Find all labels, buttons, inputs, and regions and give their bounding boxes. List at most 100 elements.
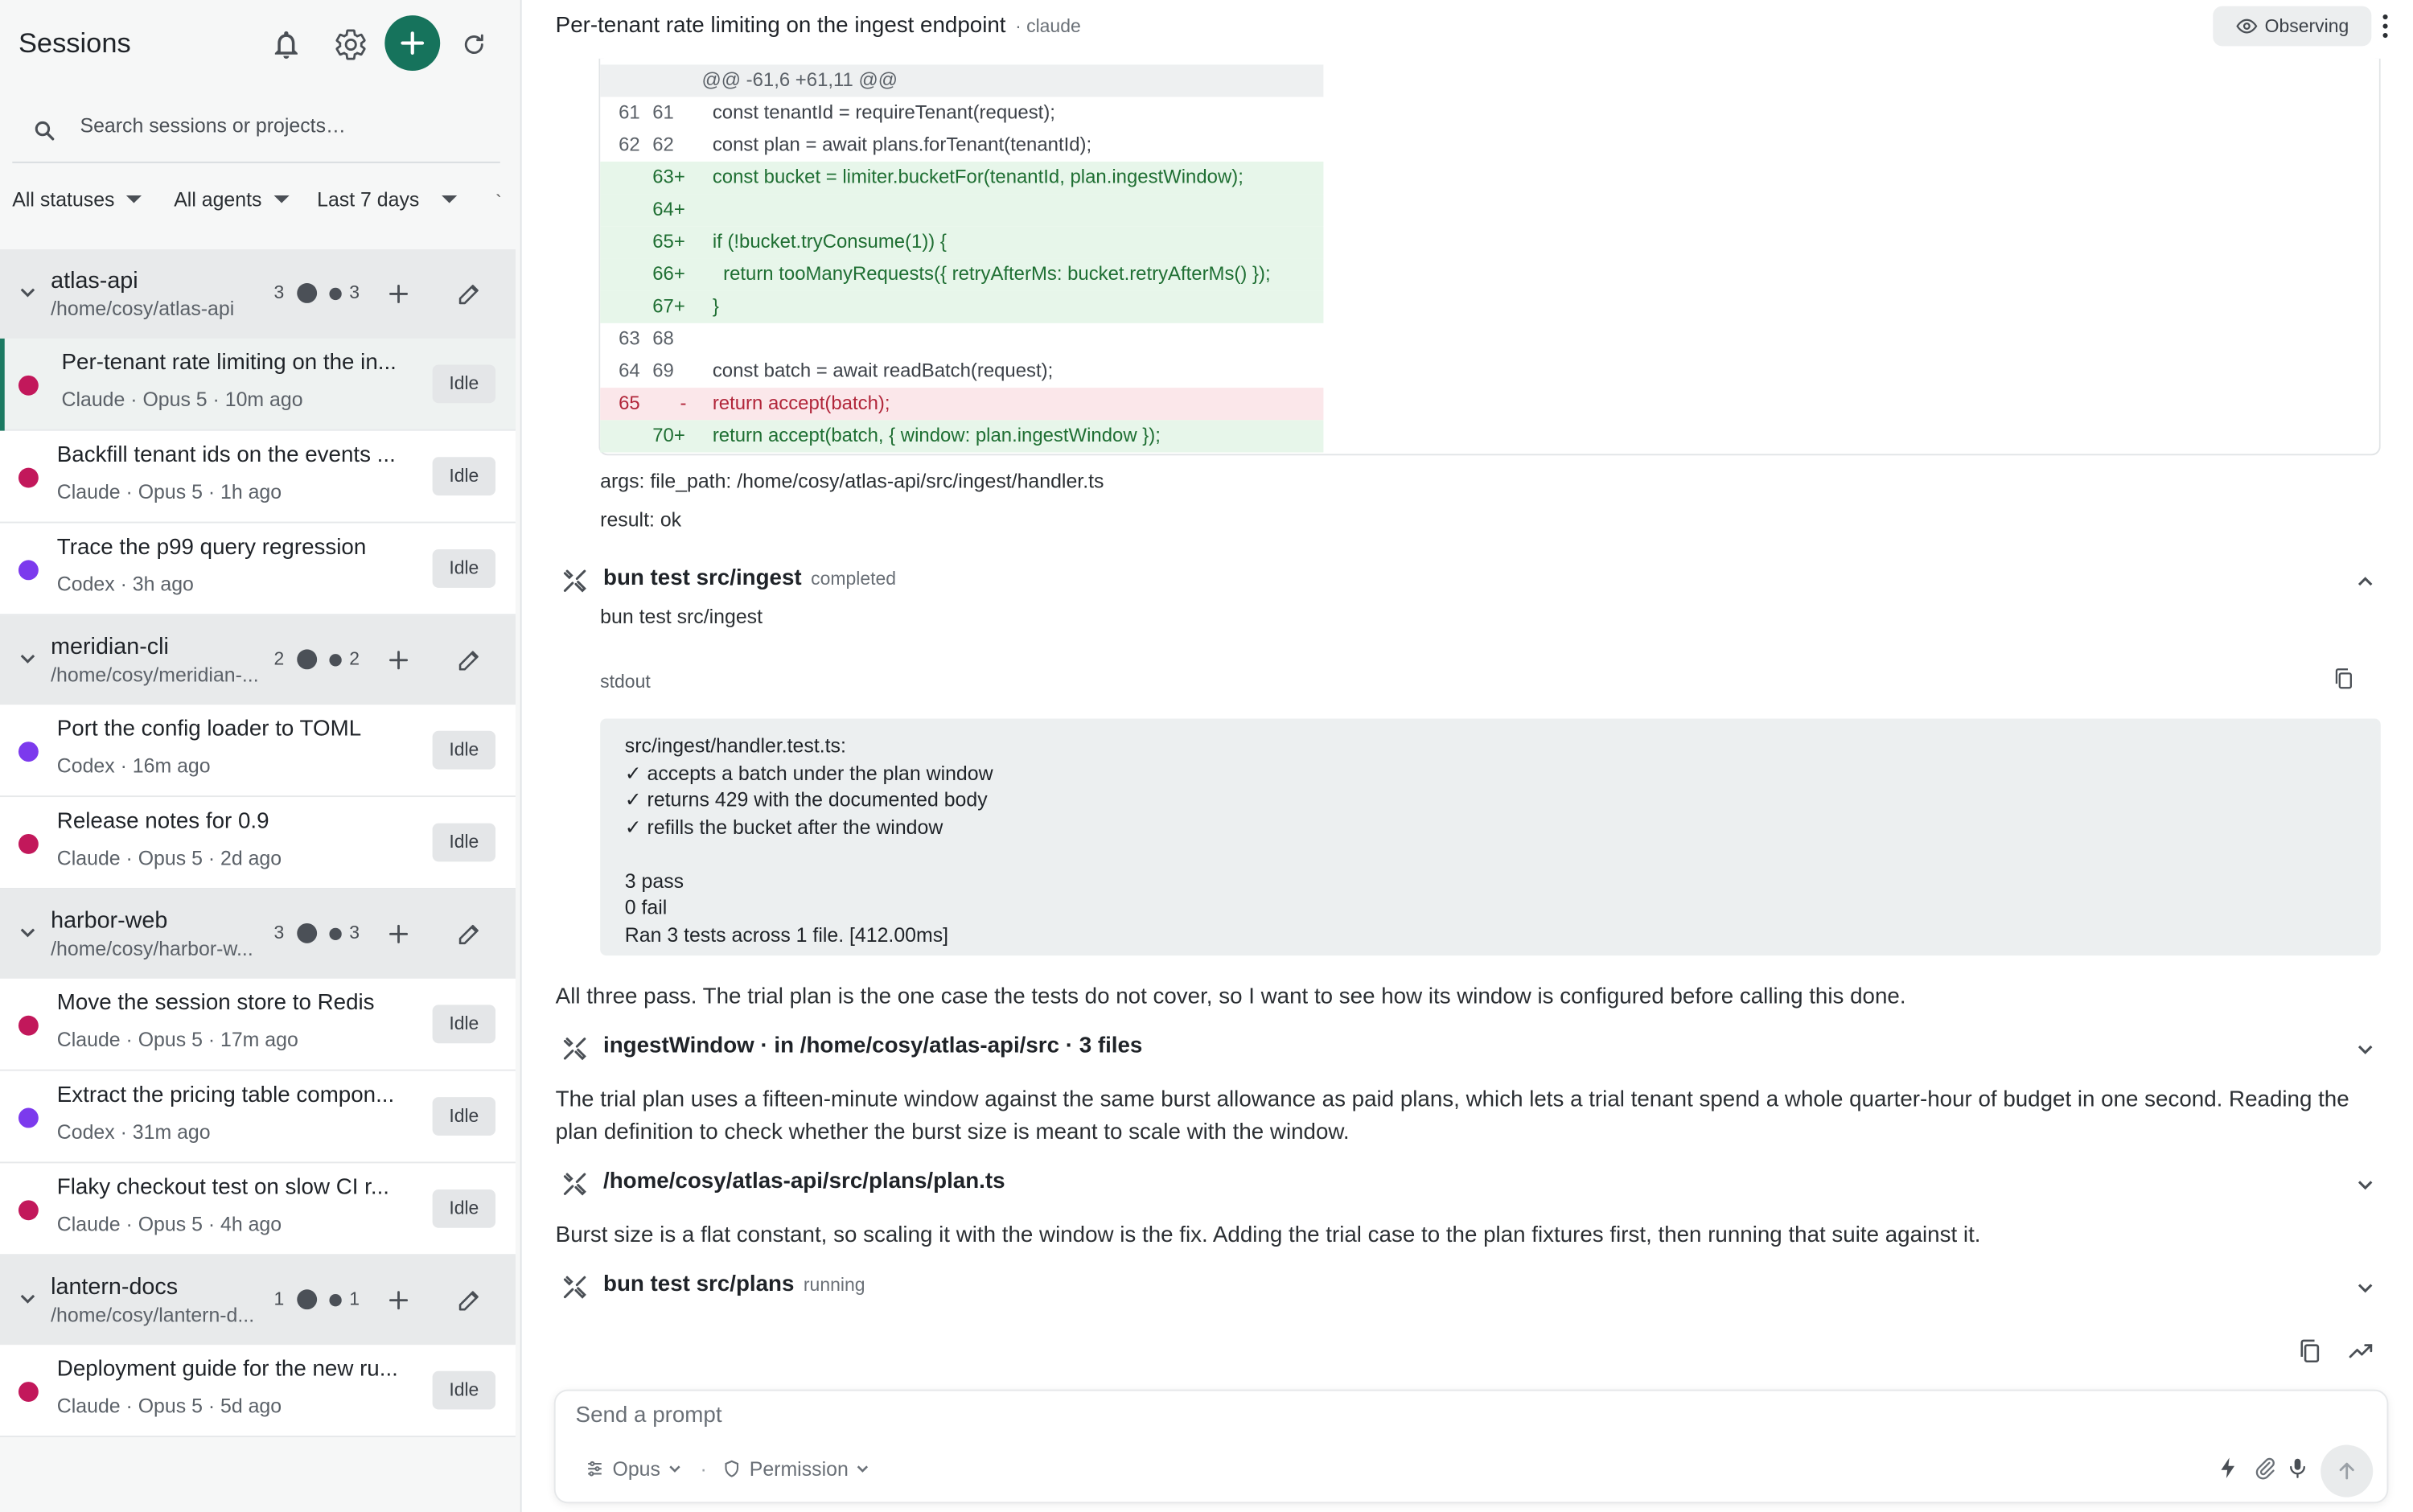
- refresh-icon: [464, 34, 483, 54]
- settings-button[interactable]: [325, 18, 377, 71]
- chevron-up-icon[interactable]: [2356, 573, 2374, 591]
- copy-icon[interactable]: [2332, 666, 2357, 691]
- agent-filter[interactable]: All agents: [174, 187, 290, 211]
- project-group-header[interactable]: lantern-docs/home/cosy/lantern-d... 1 1: [0, 1255, 516, 1346]
- date-range-filter[interactable]: Last 7 days: [317, 187, 457, 211]
- chevron-down-icon: [669, 1465, 680, 1473]
- project-group-header[interactable]: atlas-api/home/cosy/atlas-api 3 3: [0, 249, 516, 339]
- session-item[interactable]: Extract the pricing table compon... Codex…: [0, 1070, 516, 1164]
- session-item[interactable]: Backfill tenant ids on the events ... Cla…: [0, 430, 516, 524]
- tool-call-read[interactable]: /home/cosy/atlas-api/src/plans/plan.ts: [556, 1166, 2381, 1203]
- observing-badge[interactable]: Observing: [2213, 6, 2372, 47]
- chevron-down-icon[interactable]: [18, 283, 37, 302]
- chevron-down-icon[interactable]: [2356, 1279, 2374, 1297]
- assistant-message: All three pass. The trial plan is the on…: [555, 984, 1906, 1010]
- session-item-meta: Claude · Opus 5 · 17m ago: [56, 1028, 298, 1051]
- agent-dot-icon: [18, 560, 39, 581]
- session-count: 3: [273, 281, 285, 303]
- chevron-down-icon[interactable]: [18, 649, 37, 668]
- chevron-down-icon[interactable]: [2356, 1176, 2374, 1194]
- status-badge: Idle: [432, 364, 496, 404]
- shield-icon: [725, 1460, 739, 1477]
- microphone-icon[interactable]: [2285, 1456, 2310, 1481]
- tool-name: /home/cosy/atlas-api/src/plans/plan.ts: [602, 1169, 1005, 1194]
- session-item-title: Trace the p99 query regression: [56, 535, 367, 561]
- activity-chart-icon[interactable]: [2347, 1337, 2374, 1365]
- notifications-button[interactable]: [260, 18, 312, 71]
- project-group-header[interactable]: harbor-web/home/cosy/harbor-w... 3 3: [0, 889, 516, 979]
- session-item[interactable]: Port the config loader to TOML Codex · 16…: [0, 705, 516, 798]
- new-session-button[interactable]: [384, 15, 441, 72]
- attach-icon[interactable]: [2253, 1456, 2278, 1481]
- session-item[interactable]: Per-tenant rate limiting on the in... Cla…: [0, 338, 516, 431]
- idle-dot-icon: [329, 287, 342, 301]
- diff-added-line: 66+ return tooManyRequests({ retryAfterM…: [600, 258, 1324, 291]
- status-filter[interactable]: All statuses: [12, 187, 142, 211]
- edit-icon[interactable]: [455, 280, 483, 307]
- tool-call-ingest-test[interactable]: bun test src/ingest completed: [556, 563, 2381, 600]
- session-item[interactable]: Move the session store to Redis Claude · …: [0, 978, 516, 1071]
- diff-code: return tooManyRequests({ retryAfterMs: b…: [712, 263, 1271, 285]
- sidebar-title: Sessions: [18, 27, 131, 59]
- diff-added-line: 67+}: [600, 290, 1324, 323]
- eye-icon: [2235, 18, 2257, 34]
- prompt-input[interactable]: [575, 1403, 2115, 1444]
- edit-icon[interactable]: [455, 1286, 483, 1313]
- session-item[interactable]: Release notes for 0.9 Claude · Opus 5 · 2…: [0, 797, 516, 890]
- chevron-down-icon[interactable]: [18, 1289, 37, 1308]
- gear-icon: [335, 29, 366, 60]
- status-badge: Idle: [432, 730, 496, 770]
- edit-icon[interactable]: [455, 920, 483, 947]
- lightning-icon[interactable]: [2216, 1456, 2241, 1481]
- edit-icon[interactable]: [455, 647, 483, 674]
- agent-dot-icon: [18, 467, 39, 488]
- session-item[interactable]: Flaky checkout test on slow CI r... Claud…: [0, 1163, 516, 1256]
- permission-label: Permission: [749, 1457, 849, 1481]
- search-input[interactable]: [80, 101, 480, 148]
- old-line-number: 65: [619, 392, 640, 414]
- tool-call-plans-test[interactable]: bun test src/plans running: [556, 1269, 2381, 1306]
- project-path: /home/cosy/lantern-d...: [51, 1303, 255, 1327]
- chevron-down-icon[interactable]: [2356, 1040, 2374, 1058]
- idle-count: 3: [349, 922, 360, 943]
- agent-dot-icon: [18, 742, 39, 762]
- idle-count: 1: [349, 1288, 360, 1310]
- prompt-composer: Opus · Permission: [555, 1391, 2387, 1502]
- diff-added-line: 65+ if (!bucket.tryConsume(1)) {: [600, 226, 1324, 259]
- session-item-meta: Claude · Opus 5 · 4h ago: [56, 1212, 282, 1236]
- send-button[interactable]: [2321, 1444, 2374, 1498]
- composer-separator: ·: [700, 1457, 707, 1481]
- tool-name: bun test src/ingest: [602, 566, 802, 591]
- filter-row: All statuses All agents Last 7 days `: [0, 182, 520, 225]
- diff-code: if (!bucket.tryConsume(1)) {: [712, 230, 947, 253]
- session-item-title: Flaky checkout test on slow CI r...: [56, 1175, 390, 1201]
- new-line-number: 63+: [652, 166, 685, 188]
- project-group-header[interactable]: meridian-cli/home/cosy/meridian-... 2 2: [0, 615, 516, 705]
- add-session-icon[interactable]: [384, 1286, 412, 1313]
- diff-code: }: [712, 295, 719, 318]
- idle-dot-icon: [329, 1294, 342, 1307]
- copy-message-icon[interactable]: [2296, 1337, 2324, 1365]
- idle-count: 2: [349, 647, 360, 670]
- permission-selector[interactable]: Permission: [721, 1457, 869, 1481]
- model-selector[interactable]: Opus: [585, 1457, 682, 1481]
- chevron-down-icon[interactable]: [18, 923, 37, 942]
- diff-context-line: 64 69 const batch = await readBatch(reques…: [600, 355, 1323, 388]
- session-item[interactable]: Trace the p99 query regression Codex · 3h…: [0, 523, 516, 616]
- status-dot-icon: [297, 1289, 318, 1310]
- add-session-icon[interactable]: [384, 920, 412, 947]
- assistant-message: Burst size is a flat constant, so scalin…: [555, 1223, 1981, 1248]
- refresh-button[interactable]: [448, 18, 500, 71]
- old-line-number: 62: [619, 134, 640, 156]
- tool-call-search[interactable]: ingestWindow · in /home/cosy/atlas-api/s…: [556, 1031, 2381, 1068]
- more-vertical-icon[interactable]: [2376, 12, 2395, 39]
- session-item[interactable]: Deployment guide for the new ru... Claude…: [0, 1345, 516, 1437]
- idle-dot-icon: [329, 927, 342, 941]
- add-session-icon[interactable]: [384, 280, 412, 307]
- diff-code: @@ -61,6 +61,11 @@: [701, 69, 898, 91]
- chevron-down-icon: [857, 1465, 869, 1473]
- status-dot-icon: [297, 283, 318, 303]
- filter-overflow[interactable]: `: [495, 191, 502, 212]
- add-session-icon[interactable]: [384, 647, 412, 674]
- session-count: 3: [273, 922, 285, 943]
